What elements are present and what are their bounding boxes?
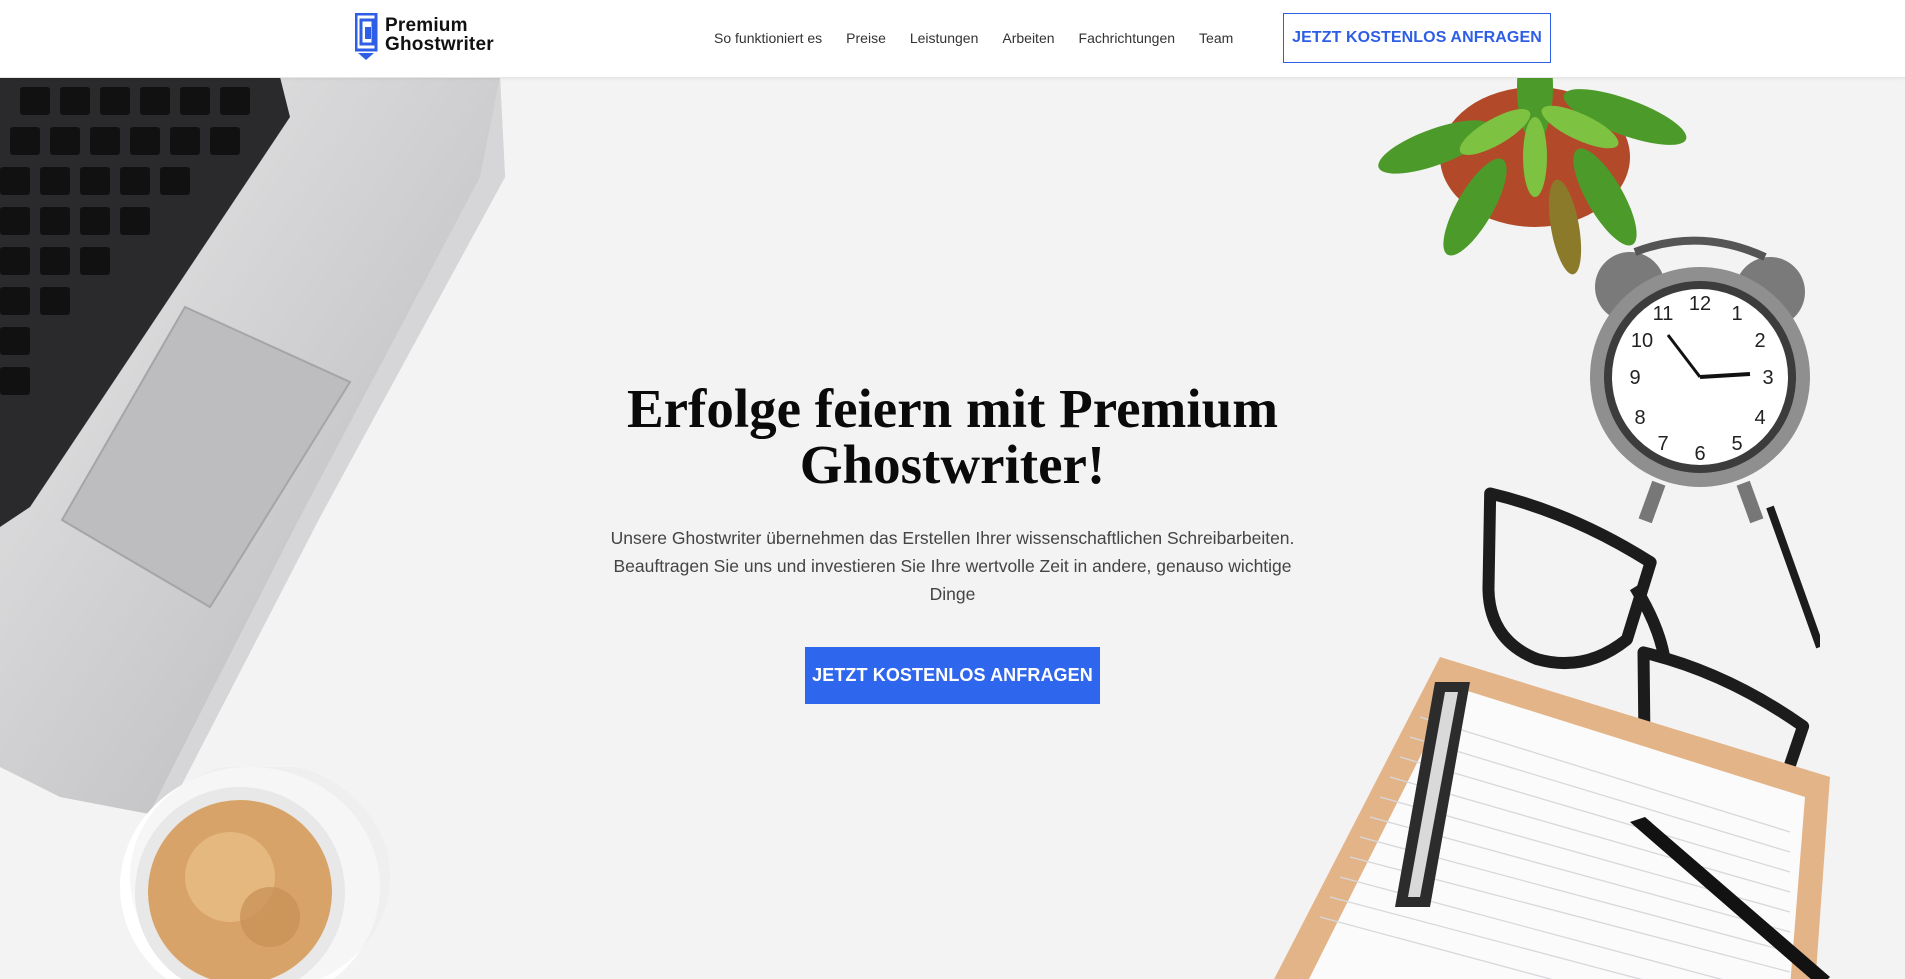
svg-text:8: 8 <box>1634 407 1645 429</box>
clipboard-illustration <box>1274 657 1830 979</box>
top-navigation: Premium Ghostwriter So funktioniert es P… <box>0 0 1905 78</box>
nav-link-so-funktioniert-es[interactable]: So funktioniert es <box>714 28 822 48</box>
coffee-cup-illustration <box>120 767 390 979</box>
laptop-illustration <box>0 77 505 817</box>
logo-mark-icon <box>354 12 379 61</box>
hero-section: 12 3 6 9 1245 7 8 10 11 Erfolge feiern mit <box>0 77 1905 979</box>
svg-text:5: 5 <box>1731 433 1742 455</box>
svg-text:3: 3 <box>1762 367 1773 389</box>
svg-text:12: 12 <box>1689 293 1711 315</box>
brand-name-line1: Premium <box>385 15 468 36</box>
svg-text:10: 10 <box>1631 330 1653 352</box>
nav-link-leistungen[interactable]: Leistungen <box>910 28 979 48</box>
main-menu: So funktioniert es Preise Leistungen Arb… <box>714 28 1257 48</box>
svg-text:2: 2 <box>1754 330 1765 352</box>
nav-link-team[interactable]: Team <box>1199 28 1233 48</box>
hero-subtext: Unsere Ghostwriter übernehmen das Erstel… <box>610 528 1295 604</box>
svg-text:9: 9 <box>1629 367 1640 389</box>
header-request-button[interactable]: JETZT KOSTENLOS ANFRAGEN <box>1283 13 1551 63</box>
svg-text:7: 7 <box>1657 433 1668 455</box>
nav-link-fachrichtungen[interactable]: Fachrichtungen <box>1079 28 1176 48</box>
hero-headline: Erfolge feiern mit Premium Ghostwriter! <box>626 378 1279 495</box>
nav-link-arbeiten[interactable]: Arbeiten <box>1002 28 1054 48</box>
svg-text:6: 6 <box>1694 443 1705 465</box>
brand-logo[interactable]: Premium Ghostwriter <box>354 12 494 61</box>
nav-link-preise[interactable]: Preise <box>846 28 886 48</box>
brand-name: Premium Ghostwriter <box>385 16 494 54</box>
svg-text:1: 1 <box>1731 303 1742 325</box>
hero-request-button[interactable]: JETZT KOSTENLOS ANFRAGEN <box>805 647 1100 704</box>
svg-text:4: 4 <box>1754 407 1765 429</box>
svg-text:11: 11 <box>1653 303 1674 325</box>
brand-name-line2: Ghostwriter <box>385 34 494 55</box>
